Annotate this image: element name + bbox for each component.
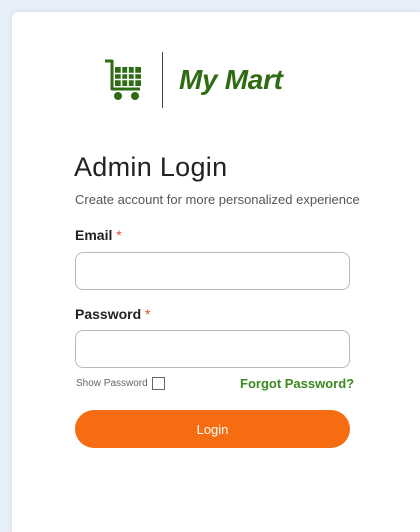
login-button[interactable]: Login	[75, 410, 350, 448]
email-required-mark: *	[116, 227, 122, 243]
forgot-password-link[interactable]: Forgot Password?	[240, 376, 354, 391]
cart-icon	[105, 59, 141, 100]
show-password-checkbox[interactable]	[151, 377, 165, 390]
brand-divider	[162, 52, 163, 108]
password-required-mark: *	[145, 306, 151, 322]
brand-name: My Mart	[179, 64, 283, 95]
password-field[interactable]	[75, 330, 350, 368]
page-subtitle: Create account for more personalized exp…	[75, 192, 360, 207]
page-title: Admin Login	[74, 152, 228, 182]
brand-header: My Mart	[104, 52, 283, 108]
email-field[interactable]	[75, 252, 350, 290]
show-password-toggle[interactable]: Show Password	[76, 377, 165, 390]
email-label-text: Email	[75, 227, 113, 243]
login-card: My Mart Admin Login Create account for m…	[12, 12, 420, 532]
show-password-label: Show Password	[76, 378, 148, 389]
email-label: Email *	[75, 227, 122, 243]
password-label-text: Password	[75, 306, 142, 322]
password-label: Password *	[75, 306, 150, 322]
